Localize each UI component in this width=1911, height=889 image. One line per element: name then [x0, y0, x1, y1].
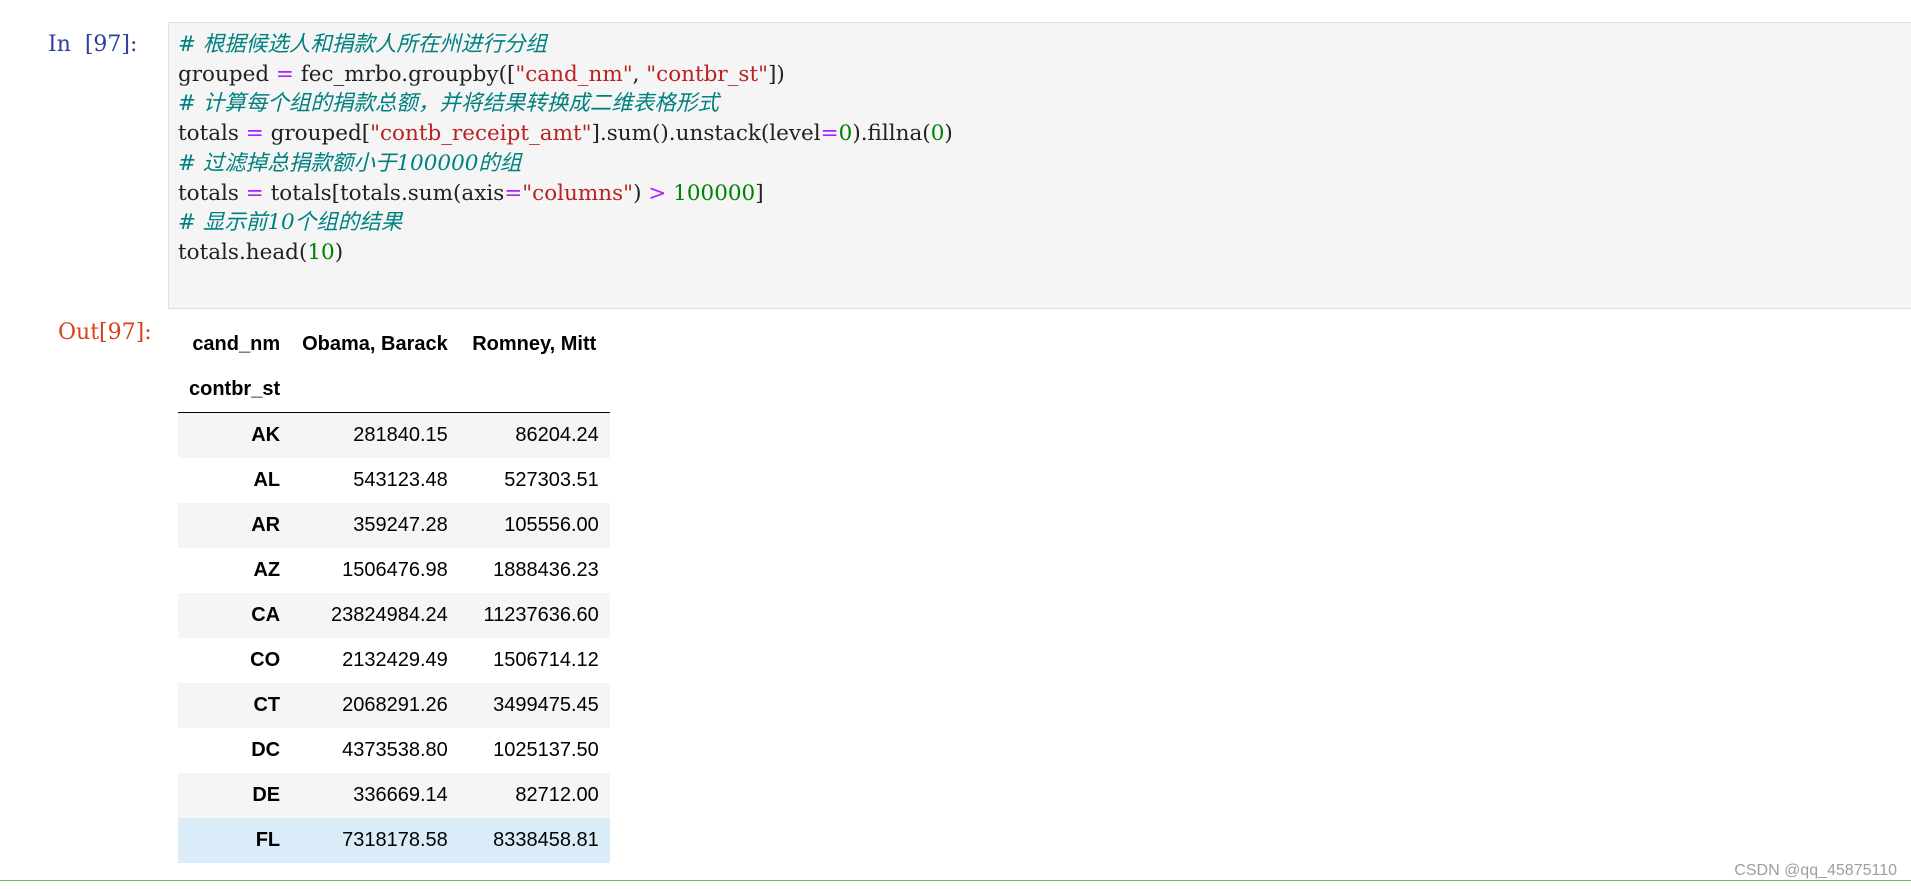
code-token: ] — [755, 180, 764, 206]
cell-romney-value: 86204.24 — [515, 424, 599, 446]
row-index-label: CO — [250, 649, 281, 671]
code-string: "cand_nm" — [515, 61, 633, 87]
code-string: "contbr_st" — [646, 61, 768, 87]
watermark: CSDN @qq_45875110 — [1734, 862, 1897, 879]
table-row: AZ 1506476.98 1888436.23 — [178, 548, 610, 593]
cell-romney-value: 82712.00 — [515, 784, 599, 806]
dataframe-table: cand_nm Obama, Barack Romney, Mitt contb… — [178, 322, 610, 863]
cell-obama-value: 281840.15 — [353, 424, 448, 446]
cell-obama-value: 2132429.49 — [342, 649, 448, 671]
table-row: CA 23824984.24 11237636.60 — [178, 593, 610, 638]
cell-divider — [0, 880, 1911, 881]
table-row: DE 336669.14 82712.00 — [178, 773, 610, 818]
empty-header-cell — [291, 367, 459, 413]
table-header-row: cand_nm Obama, Barack Romney, Mitt — [178, 322, 610, 367]
code-string: "contb_receipt_amt" — [370, 121, 592, 147]
code-line: totals.head(10) — [178, 240, 343, 265]
code-token: totals[totals.sum(axis — [263, 180, 505, 206]
row-index-label: AL — [253, 469, 281, 491]
code-string: "columns" — [522, 180, 634, 206]
cell-obama-value: 2068291.26 — [342, 694, 448, 716]
code-comment: # 计算每个组的捐款总额，并将结果转换成二维表格形式 — [178, 91, 719, 117]
code-token: totals.head( — [178, 239, 308, 265]
code-comment: # 显示前10个组的结果 — [178, 210, 403, 236]
row-index-label: AZ — [253, 559, 281, 581]
cell-obama-value: 543123.48 — [353, 469, 448, 491]
code-token: ).fillna( — [852, 121, 931, 147]
index-name-row: contbr_st — [178, 367, 610, 413]
code-operator: = — [245, 121, 264, 147]
row-index-label: DC — [251, 739, 281, 761]
cell-romney-value: 527303.51 — [504, 469, 599, 491]
code-content[interactable]: # 根据候选人和捐款人所在州进行分组 grouped = fec_mrbo.gr… — [178, 30, 953, 268]
empty-header-cell — [458, 367, 610, 413]
code-token: grouped[ — [263, 121, 371, 147]
code-line: grouped = fec_mrbo.groupby(["cand_nm", "… — [178, 62, 785, 87]
code-comment: # 过滤掉总捐款额小于100000的组 — [178, 150, 522, 176]
table-row: AK 281840.15 86204.24 — [178, 412, 610, 458]
cell-obama-value: 7318178.58 — [342, 829, 448, 851]
cell-romney-value: 105556.00 — [504, 514, 599, 536]
code-line: totals = grouped["contb_receipt_amt"].su… — [178, 121, 953, 146]
code-token: ].sum().unstack(level — [591, 121, 821, 147]
notebook-cell: In [97]: # 根据候选人和捐款人所在州进行分组 grouped = fe… — [0, 0, 1911, 889]
row-index-label: AK — [251, 424, 281, 446]
index-name-header: contbr_st — [178, 367, 292, 413]
table-row: DC 4373538.80 1025137.50 — [178, 728, 610, 773]
code-number: 10 — [307, 239, 335, 265]
cell-romney-value: 3499475.45 — [493, 694, 599, 716]
output-prompt: Out[97]: — [58, 320, 152, 345]
cell-obama-value: 4373538.80 — [342, 739, 448, 761]
row-index-label: CA — [251, 604, 281, 626]
code-token: totals — [178, 180, 246, 206]
row-index-label: AR — [251, 514, 281, 536]
table-row: AR 359247.28 105556.00 — [178, 503, 610, 548]
code-token: totals — [178, 121, 246, 147]
table-row: CT 2068291.26 3499475.45 — [178, 683, 610, 728]
cell-romney-value: 1025137.50 — [493, 739, 599, 761]
code-token: ) — [334, 239, 344, 265]
cell-romney-value: 11237636.60 — [483, 604, 599, 626]
table-row: CO 2132429.49 1506714.12 — [178, 638, 610, 683]
code-operator: = — [245, 180, 264, 206]
code-number: 100000 — [673, 180, 756, 206]
code-number: 0 — [838, 121, 853, 147]
table-body: AK 281840.15 86204.24 AL 543123.48 527303.51 A… — [178, 412, 610, 863]
code-token: , — [632, 61, 647, 87]
code-token: fec_mrbo.groupby([ — [293, 61, 516, 87]
code-token: ) — [633, 180, 649, 206]
cell-romney-value: 1506714.12 — [493, 649, 599, 671]
cell-romney-value: 8338458.81 — [493, 829, 599, 851]
code-line: # 根据候选人和捐款人所在州进行分组 — [178, 32, 547, 57]
code-comment: # 根据候选人和捐款人所在州进行分组 — [178, 32, 547, 57]
code-operator: = — [504, 180, 523, 206]
row-index-label: FL — [255, 829, 281, 851]
input-prompt: In [97]: — [48, 32, 138, 57]
code-token: ]) — [767, 61, 785, 87]
code-number: 0 — [930, 121, 945, 147]
code-token: grouped — [178, 61, 276, 87]
code-token: ) — [944, 121, 953, 147]
row-index-label: CT — [253, 694, 281, 716]
cell-obama-value: 23824984.24 — [330, 604, 448, 626]
code-line: # 计算每个组的捐款总额，并将结果转换成二维表格形式 — [178, 91, 719, 116]
code-operator: = — [820, 121, 839, 147]
table-row: FL 7318178.58 8338458.81 — [178, 818, 610, 863]
cell-obama-value: 359247.28 — [353, 514, 448, 536]
row-index-label: DE — [252, 784, 281, 806]
column-header-obama: Obama, Barack — [302, 333, 448, 355]
column-header-romney: Romney, Mitt — [472, 333, 597, 355]
code-line: # 过滤掉总捐款额小于100000的组 — [178, 151, 521, 176]
code-line: totals = totals[totals.sum(axis="columns… — [178, 181, 764, 206]
columns-name-header: cand_nm — [192, 333, 281, 355]
code-operator: = — [275, 61, 294, 87]
cell-obama-value: 336669.14 — [353, 784, 448, 806]
cell-romney-value: 1888436.23 — [493, 559, 599, 581]
cell-obama-value: 1506476.98 — [342, 559, 448, 581]
table-row: AL 543123.48 527303.51 — [178, 458, 610, 503]
code-line: # 显示前10个组的结果 — [178, 210, 402, 235]
code-operator: > — [648, 180, 667, 206]
